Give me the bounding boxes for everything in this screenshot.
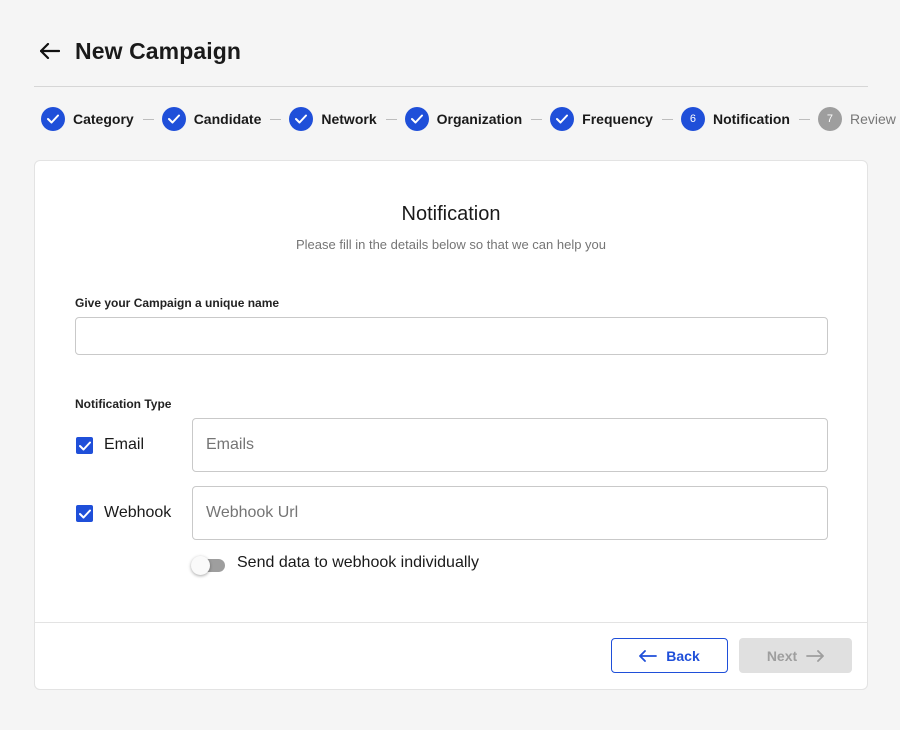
step-notification[interactable]: 6 Notification	[680, 107, 790, 131]
page-title: New Campaign	[75, 38, 242, 64]
next-button-label: Next	[766, 647, 798, 664]
step-divider	[385, 118, 397, 120]
step-label: Notification	[712, 111, 790, 127]
step-label: Review	[849, 111, 896, 127]
check-icon	[289, 107, 314, 131]
arrow-right-icon	[806, 649, 825, 662]
arrow-left-icon[interactable]	[38, 39, 62, 63]
step-organization[interactable]: Organization	[404, 107, 523, 131]
arrow-left-icon	[639, 649, 658, 662]
step-divider	[142, 118, 154, 120]
step-label: Organization	[436, 111, 523, 127]
toggle-thumb	[191, 556, 210, 575]
email-label: Email	[104, 436, 145, 453]
email-checkbox[interactable]	[76, 437, 93, 454]
step-divider	[661, 118, 673, 120]
check-icon	[404, 107, 429, 131]
check-icon	[41, 107, 65, 131]
card-title: Notification	[401, 203, 501, 225]
next-button[interactable]: Next	[739, 638, 852, 673]
step-divider	[531, 118, 543, 120]
step-label: Category	[73, 111, 134, 127]
step-label: Frequency	[582, 111, 653, 127]
step-label: Network	[321, 111, 377, 127]
card-footer-divider	[35, 622, 867, 623]
page-header: New Campaign	[34, 30, 868, 87]
check-icon	[550, 107, 575, 131]
campaign-name-input[interactable]	[75, 317, 828, 355]
step-network[interactable]: Network	[289, 107, 377, 131]
webhook-url-input[interactable]	[192, 486, 828, 540]
back-button[interactable]: Back	[611, 638, 728, 673]
back-button-label: Back	[666, 647, 700, 664]
check-icon	[161, 107, 186, 131]
step-number: 6	[680, 107, 705, 131]
step-category[interactable]: Category	[41, 107, 134, 131]
webhook-individual-toggle[interactable]	[191, 556, 227, 576]
step-label: Candidate	[193, 111, 262, 127]
step-frequency[interactable]: Frequency	[550, 107, 653, 131]
check-icon	[78, 509, 91, 518]
webhook-checkbox[interactable]	[76, 505, 93, 522]
step-number: 7	[817, 107, 842, 131]
campaign-name-label: Give your Campaign a unique name	[75, 296, 280, 310]
card-subtitle: Please fill in the details below so that…	[295, 237, 607, 252]
step-candidate[interactable]: Candidate	[161, 107, 262, 131]
notification-card: Notification Please fill in the details …	[34, 160, 868, 690]
step-divider	[270, 118, 282, 120]
webhook-label: Webhook	[104, 504, 172, 521]
step-divider	[798, 118, 810, 120]
stepper: Category Candidate Network Organization …	[41, 107, 896, 131]
step-review[interactable]: 7 Review	[817, 107, 896, 131]
check-icon	[78, 441, 91, 450]
emails-input[interactable]	[192, 418, 828, 472]
notification-type-label: Notification Type	[75, 397, 172, 411]
toggle-label: Send data to webhook individually	[237, 554, 479, 571]
